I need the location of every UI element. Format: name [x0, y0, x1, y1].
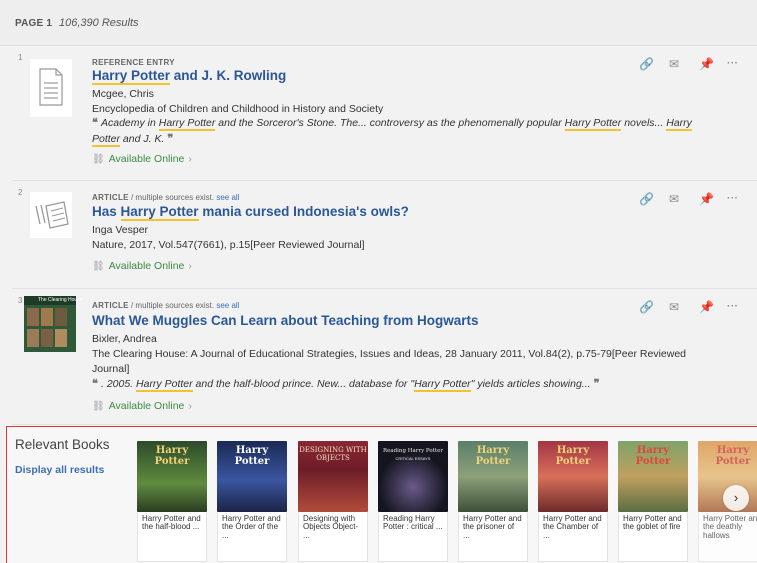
result-number: 3	[18, 296, 23, 305]
document-thumbnail[interactable]	[30, 59, 72, 117]
result-snippet: ❝ Academy in Harry Potter and the Sorcer…	[92, 117, 692, 147]
book-label: Harry Potter and the Chamber of ...	[538, 512, 608, 562]
document-icon	[30, 59, 72, 117]
pin-icon[interactable]: 📌	[699, 192, 714, 206]
chevron-right-icon: ›	[188, 260, 192, 272]
result-item[interactable]: 3 The Clearing House ARTICLE / multiple …	[12, 290, 757, 425]
result-source-cont: Journal]	[92, 363, 130, 375]
book-label: Reading Harry Potter : critical ...	[378, 512, 448, 562]
book-label: Harry Potter and the Order of the ...	[217, 512, 287, 562]
link-icon[interactable]: 🔗	[639, 57, 654, 71]
record-actions: 🔗 ✉ 📌 ···	[639, 57, 739, 71]
relevant-books-title: Relevant Books	[15, 437, 110, 452]
relevant-books-panel: Relevant Books Display all results Harry…	[6, 426, 757, 563]
open-quote-icon: ❝	[92, 117, 101, 129]
result-author: Mcgee, Chris	[92, 88, 154, 100]
record-actions: 🔗 ✉ 📌 ···	[639, 300, 739, 314]
result-source: Nature, 2017, Vol.547(7661), p.15[Peer R…	[92, 239, 365, 251]
close-quote-icon: ❞	[164, 133, 174, 145]
result-title[interactable]: Harry Potter and J. K. Rowling	[92, 68, 286, 85]
result-author: Bixler, Andrea	[92, 333, 157, 345]
record-actions: 🔗 ✉ 📌 ···	[639, 192, 739, 206]
chevron-right-icon: ›	[188, 153, 192, 165]
availability-link[interactable]: ⛓ Available Online ›	[92, 153, 192, 165]
link-icon: ⛓	[92, 154, 105, 165]
chevron-right-icon: ›	[188, 400, 192, 412]
link-icon: ⛓	[92, 401, 105, 412]
link-icon[interactable]: 🔗	[639, 300, 654, 314]
pin-icon[interactable]: 📌	[699, 300, 714, 314]
journal-cover-thumbnail[interactable]: The Clearing House	[24, 296, 82, 352]
result-title[interactable]: Has Harry Potter mania cursed Indonesia'…	[92, 204, 409, 221]
carousel-next-button[interactable]: ›	[723, 485, 749, 511]
book-cover[interactable]: Harry Potter	[618, 441, 688, 512]
email-icon[interactable]: ✉	[669, 300, 679, 314]
book-cover[interactable]: Harry Potter	[538, 441, 608, 512]
book-cover[interactable]: Harry Potter	[137, 441, 207, 512]
thumbnail-title: The Clearing House	[38, 297, 83, 303]
book-cover[interactable]: Harry Potter	[217, 441, 287, 512]
result-item[interactable]: 1 REFERENCE ENTRY Harry Potter and J. K.…	[12, 47, 757, 181]
close-quote-icon: ❞	[590, 378, 600, 390]
link-icon[interactable]: 🔗	[639, 192, 654, 206]
results-header: PAGE 1 106,390 Results	[0, 0, 757, 46]
more-actions-icon[interactable]: ···	[727, 58, 739, 69]
open-quote-icon: ❝	[92, 378, 101, 390]
result-item[interactable]: 2 ARTICLE / multiple sources exist. see …	[12, 182, 757, 289]
page-label: PAGE 1	[15, 18, 53, 29]
see-all-link[interactable]: see all	[216, 301, 239, 310]
availability-link[interactable]: ⛓ Available Online ›	[92, 260, 192, 272]
article-icon	[30, 192, 72, 238]
book-cover[interactable]: DESIGNING WITH OBJECTS	[298, 441, 368, 512]
see-all-link[interactable]: see all	[216, 193, 239, 202]
book-cover[interactable]: Harry Potter	[458, 441, 528, 512]
result-number: 1	[18, 53, 23, 62]
book-cover[interactable]: Reading Harry Potter CRITICAL ESSAYS	[378, 441, 448, 512]
resource-type: REFERENCE ENTRY	[92, 58, 175, 67]
article-thumbnail[interactable]	[30, 192, 72, 238]
book-label: Harry Potter and the goblet of fire	[618, 512, 688, 562]
book-label: Harry Potter and the half-blood ...	[137, 512, 207, 562]
more-actions-icon[interactable]: ···	[727, 301, 739, 312]
book-label: Designing with Objects Object- ...	[298, 512, 368, 562]
resource-type: ARTICLE / multiple sources exist. see al…	[92, 301, 240, 310]
more-actions-icon[interactable]: ···	[727, 193, 739, 204]
resource-type: ARTICLE / multiple sources exist. see al…	[92, 193, 240, 202]
email-icon[interactable]: ✉	[669, 192, 679, 206]
results-count: 106,390 Results	[59, 17, 139, 29]
result-number: 2	[18, 188, 23, 197]
result-author: Inga Vesper	[92, 224, 149, 236]
result-snippet: ❝ . 2005. Harry Potter and the half-bloo…	[92, 378, 600, 392]
book-label: Harry Potter and the prisoner of ...	[458, 512, 528, 562]
result-source: The Clearing House: A Journal of Educati…	[92, 348, 687, 360]
link-icon: ⛓	[92, 261, 105, 272]
availability-link[interactable]: ⛓ Available Online ›	[92, 400, 192, 412]
book-label: Harry Potter and the deathly hallows	[698, 512, 757, 562]
pin-icon[interactable]: 📌	[699, 57, 714, 71]
result-title[interactable]: What We Muggles Can Learn about Teaching…	[92, 313, 479, 328]
email-icon[interactable]: ✉	[669, 57, 679, 71]
result-source: Encyclopedia of Children and Childhood i…	[92, 103, 384, 115]
display-all-results-link[interactable]: Display all results	[15, 464, 104, 476]
